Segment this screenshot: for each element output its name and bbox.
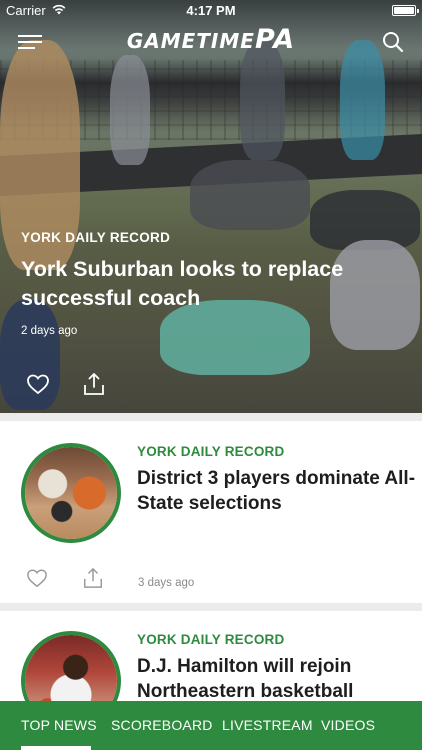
tab-scoreboard[interactable]: SCOREBOARD	[111, 717, 213, 733]
article-title[interactable]: D.J. Hamilton will rejoin Northeastern b…	[137, 654, 417, 704]
share-icon[interactable]	[82, 372, 106, 396]
logo-text: Gametime	[126, 29, 255, 53]
status-time: 4:17 PM	[186, 3, 236, 18]
article-actions	[26, 567, 422, 591]
heart-icon[interactable]	[26, 567, 48, 589]
top-nav: GametimePA	[0, 22, 422, 62]
article-source: YORK DAILY RECORD	[137, 632, 285, 647]
status-bar: Carrier 4:17 PM	[0, 0, 422, 22]
bottom-tab-bar: TOP NEWS SCOREBOARD LIVESTREAM VIDEOS	[0, 701, 422, 750]
tab-livestream[interactable]: LIVESTREAM	[222, 717, 313, 733]
article-date: 3 days ago	[138, 577, 195, 589]
battery-icon	[392, 5, 419, 16]
hero-title[interactable]: York Suburban looks to replace successfu…	[21, 255, 411, 313]
hero-date: 2 days ago	[21, 325, 78, 337]
article-thumbnail	[21, 443, 121, 543]
hero-text: YORK DAILY RECORD York Suburban looks to…	[21, 230, 411, 337]
share-icon[interactable]	[82, 567, 104, 589]
article-source: YORK DAILY RECORD	[137, 444, 285, 459]
app-logo: GametimePA	[0, 24, 422, 55]
article-title[interactable]: District 3 players dominate All-State se…	[137, 466, 417, 516]
logo-text-pa: PA	[254, 24, 296, 55]
hero-source: YORK DAILY RECORD	[21, 230, 171, 245]
active-tab-indicator	[21, 746, 91, 750]
tab-top-news[interactable]: TOP NEWS	[21, 717, 97, 733]
article-card[interactable]: YORK DAILY RECORD District 3 players dom…	[0, 421, 422, 603]
tab-videos[interactable]: VIDEOS	[321, 717, 375, 733]
search-icon[interactable]	[382, 31, 404, 53]
heart-icon[interactable]	[26, 372, 50, 396]
